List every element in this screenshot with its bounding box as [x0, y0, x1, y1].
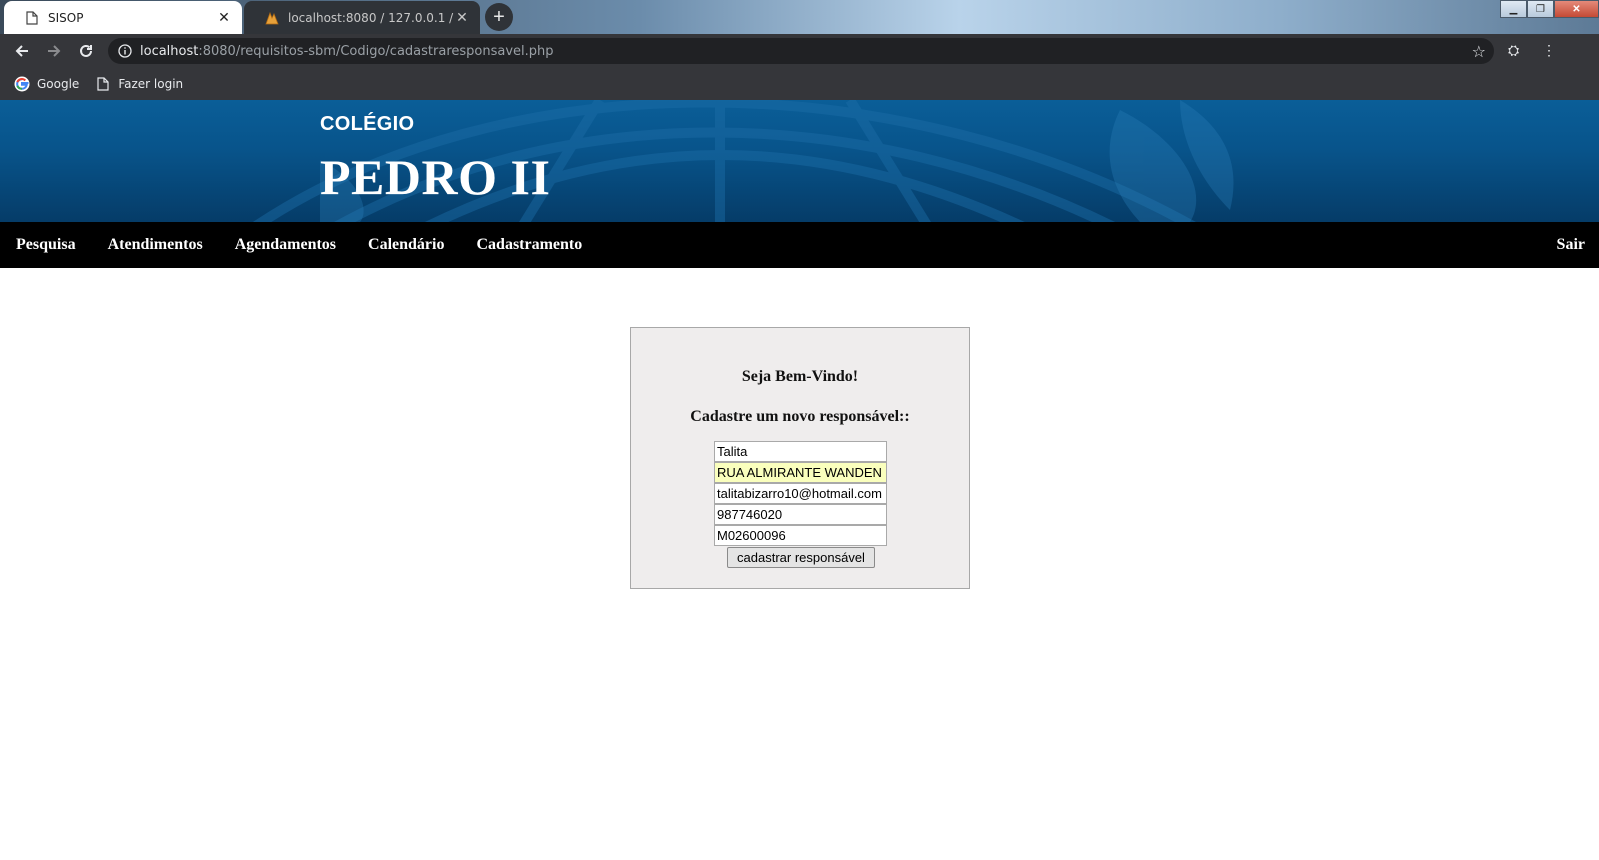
google-icon	[14, 76, 30, 92]
welcome-heading: Seja Bem-Vindo!	[741, 368, 859, 385]
tab-title: localhost:8080 / 127.0.0.1 / bd_si	[288, 10, 454, 25]
address-bar[interactable]: localhost:8080/requisitos-sbm/Codigo/cad…	[108, 38, 1494, 64]
tab-sisop[interactable]: SISOP ✕	[4, 1, 242, 34]
brand-subtitle: COLÉGIO	[320, 113, 415, 135]
main-nav: Pesquisa Atendimentos Agendamentos Calen…	[0, 222, 1599, 268]
bookmark-label: Google	[37, 77, 80, 91]
extension-icon[interactable]: ⛭	[1508, 42, 1519, 59]
header-decoration	[253, 100, 1234, 222]
tab-title: SISOP	[48, 10, 84, 25]
close-icon[interactable]: ✕	[216, 10, 232, 26]
register-panel: Seja Bem-Vindo! Cadastre um novo respons…	[630, 327, 970, 589]
back-button[interactable]	[6, 36, 38, 66]
phone-field[interactable]	[714, 504, 887, 525]
star-icon[interactable]: ☆	[1472, 42, 1486, 61]
bookmark-fazer-login[interactable]: Fazer login	[95, 76, 183, 92]
browser-tabstrip: SISOP ✕ localhost:8080 / 127.0.0.1 / bd_…	[0, 0, 1599, 34]
brand-title: PEDRO II	[320, 149, 551, 205]
name-field[interactable]	[714, 441, 887, 462]
new-tab-button[interactable]: +	[485, 3, 513, 31]
bookmarks-bar: Google Fazer login	[0, 68, 1599, 100]
nav-agendamentos[interactable]: Agendamentos	[235, 236, 336, 254]
phpmyadmin-icon	[264, 10, 280, 26]
registration-field[interactable]	[714, 525, 887, 546]
menu-icon[interactable]: ⋮	[1542, 42, 1556, 59]
site-header: COLÉGIO PEDRO II	[0, 100, 1599, 222]
window-controls: ▁ ❐ ✕	[1500, 0, 1599, 18]
bookmark-label: Fazer login	[118, 77, 184, 91]
page-icon	[95, 76, 111, 92]
browser-toolbar: localhost:8080/requisitos-sbm/Codigo/cad…	[0, 34, 1599, 68]
reload-button[interactable]	[70, 36, 102, 66]
reload-icon	[80, 44, 92, 57]
arrow-left-icon	[15, 45, 28, 57]
info-icon[interactable]	[116, 42, 134, 60]
nav-atendimentos[interactable]: Atendimentos	[108, 236, 203, 254]
address-field[interactable]	[714, 462, 887, 483]
window-close-button[interactable]: ✕	[1554, 0, 1599, 18]
url-host: localhost	[140, 43, 199, 59]
nav-pesquisa[interactable]: Pesquisa	[16, 236, 76, 254]
close-icon[interactable]: ✕	[454, 10, 470, 26]
forward-button[interactable]	[38, 36, 70, 66]
email-field[interactable]	[714, 483, 887, 504]
tab-phpmyadmin[interactable]: localhost:8080 / 127.0.0.1 / bd_si ✕	[244, 1, 480, 34]
nav-cadastramento[interactable]: Cadastramento	[476, 236, 582, 254]
form-subtitle: Cadastre um novo responsável::	[690, 408, 910, 425]
page-icon	[24, 10, 40, 26]
arrow-right-icon	[48, 45, 61, 57]
restore-button[interactable]: ❐	[1527, 0, 1554, 18]
submit-button[interactable]: cadastrar responsável	[727, 547, 875, 568]
nav-calendario[interactable]: Calendário	[368, 236, 444, 254]
nav-logout[interactable]: Sair	[1557, 236, 1585, 254]
url-path: :8080/requisitos-sbm/Codigo/cadastraresp…	[198, 43, 554, 59]
minimize-button[interactable]: ▁	[1500, 0, 1527, 18]
bookmark-google[interactable]: Google	[14, 76, 79, 92]
